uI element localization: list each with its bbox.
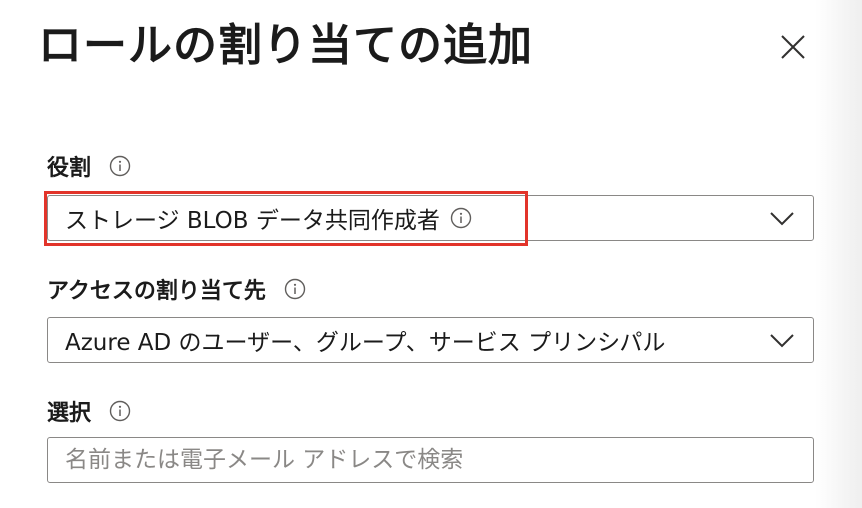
info-icon[interactable] <box>284 278 306 300</box>
page-title: ロールの割り当ての追加 <box>38 20 533 71</box>
select-label: 選択 <box>47 401 92 426</box>
assign-access-field-label: アクセスの割り当て先 <box>47 273 306 305</box>
assign-access-dropdown[interactable]: Azure AD のユーザー、グループ、サービス プリンシパル <box>47 317 814 363</box>
role-label: 役割 <box>47 156 92 181</box>
assign-access-selected-text: Azure AD のユーザー、グループ、サービス プリンシパル <box>65 330 666 356</box>
info-icon[interactable] <box>109 155 131 177</box>
close-button[interactable] <box>776 30 810 64</box>
chevron-down-icon <box>769 329 795 351</box>
select-field-label: 選択 <box>47 395 131 427</box>
close-icon <box>776 30 810 64</box>
info-icon[interactable] <box>450 207 472 229</box>
role-dropdown-value: ストレージ BLOB データ共同作成者 <box>65 196 472 240</box>
role-dropdown[interactable]: ストレージ BLOB データ共同作成者 <box>47 195 814 241</box>
add-role-assignment-panel: ロールの割り当ての追加 役割 ストレージ BLOB データ共同作成者 アクセスの… <box>0 0 862 508</box>
info-icon[interactable] <box>109 400 131 422</box>
role-field-label: 役割 <box>47 150 131 182</box>
assign-access-dropdown-value: Azure AD のユーザー、グループ、サービス プリンシパル <box>65 318 665 362</box>
search-input[interactable] <box>47 437 814 483</box>
assign-access-label: アクセスの割り当て先 <box>47 279 266 304</box>
chevron-down-icon <box>769 207 795 229</box>
role-selected-text: ストレージ BLOB データ共同作成者 <box>65 208 440 234</box>
